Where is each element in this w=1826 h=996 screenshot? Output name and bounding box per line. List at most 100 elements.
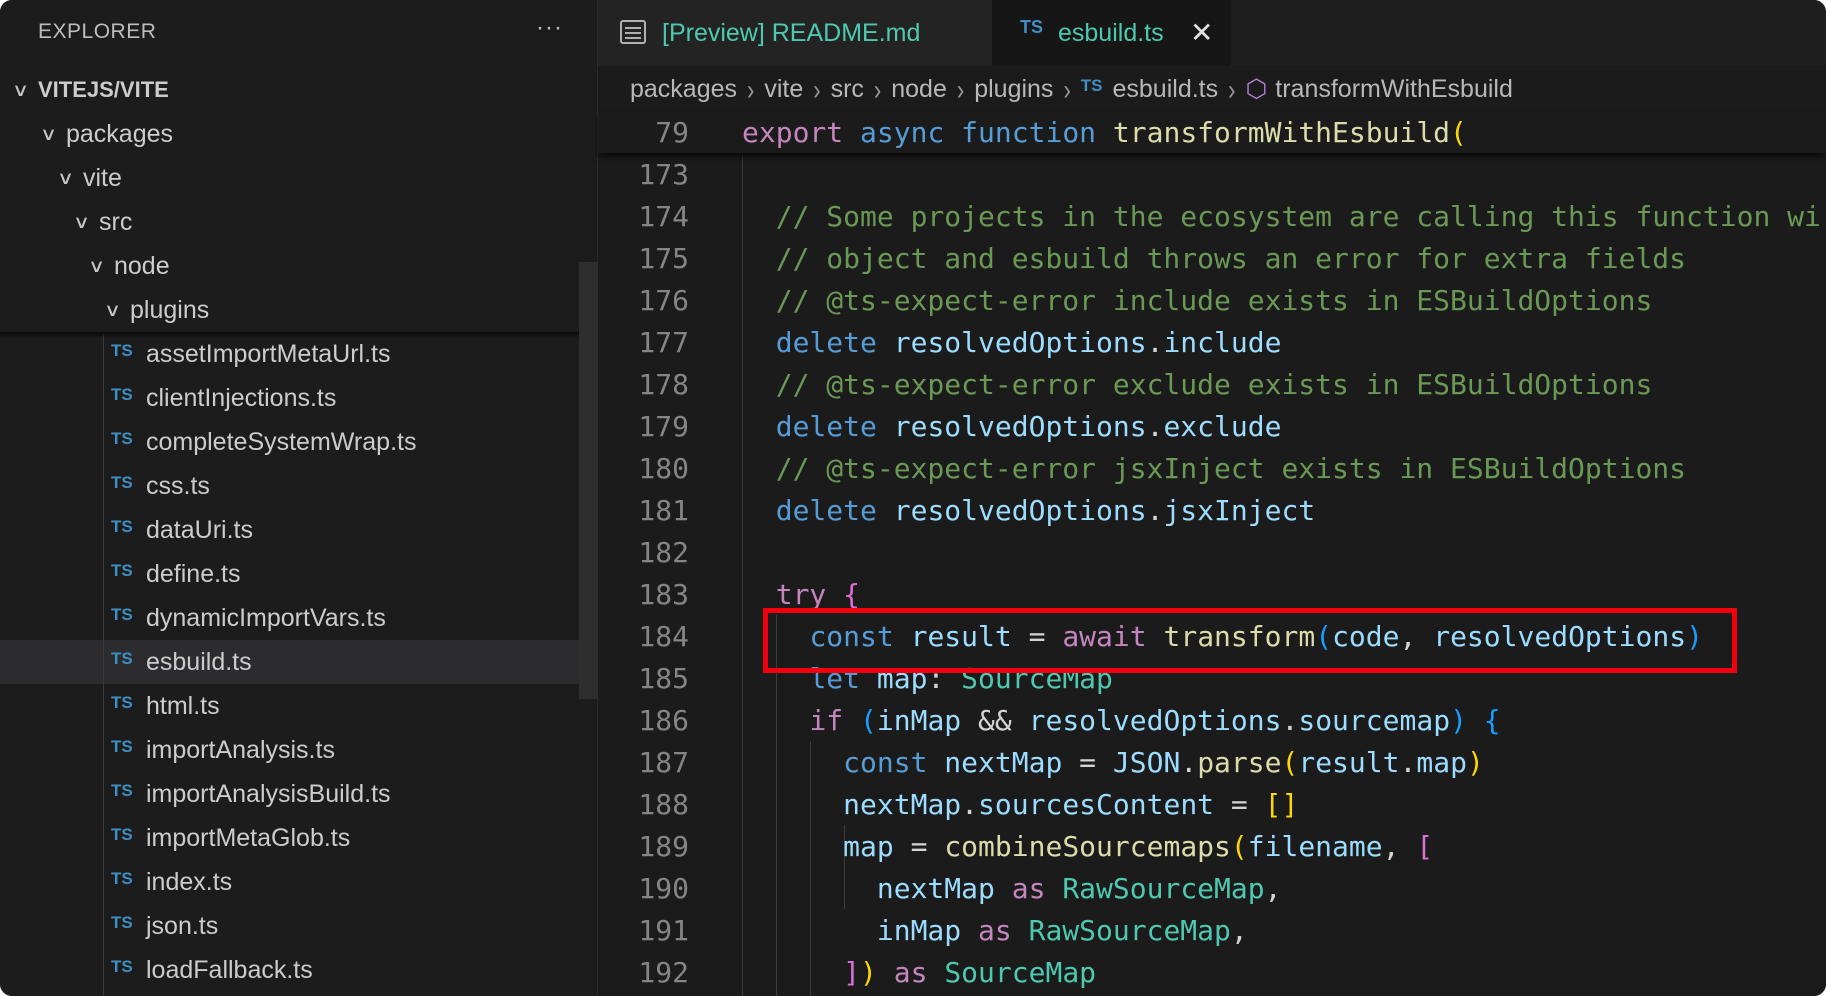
tree-item-css-ts[interactable]: TS css.ts <box>0 464 598 508</box>
code-token: . <box>1281 704 1299 737</box>
breadcrumb-symbol[interactable]: transformWithEsbuild <box>1275 66 1513 113</box>
chevron-down-icon: ∨ <box>88 256 106 276</box>
line-number: 184 <box>638 620 689 653</box>
typescript-icon: TS <box>111 957 133 976</box>
code-token: as <box>876 956 928 989</box>
code-token: const <box>843 746 928 779</box>
code-token: , <box>1264 872 1282 905</box>
line-number: 182 <box>638 536 689 569</box>
tree-item-dynamicimportvars-ts[interactable]: TS dynamicImportVars.ts <box>0 596 598 640</box>
tree-item-vite[interactable]: ∨ vite <box>0 156 598 200</box>
code-token: // @ts-expect-error exclude exists in ES… <box>742 368 1653 401</box>
code-editor[interactable]: 79 export async function transformWithEsb… <box>598 113 1826 996</box>
code-token: jsxInject <box>1163 494 1316 527</box>
tree-item-define-ts[interactable]: TS define.ts <box>0 552 598 596</box>
tab-readme-preview[interactable]: [Preview] README.md <box>598 0 992 66</box>
line-content: // object and esbuild throws an error fo… <box>742 238 1686 280</box>
code-token: exclude <box>1163 410 1282 443</box>
code-token: as <box>994 872 1046 905</box>
typescript-icon: TS <box>111 693 133 712</box>
tree-item-plugins[interactable]: ∨ plugins <box>0 288 598 332</box>
code-token: if <box>809 704 844 737</box>
tree-item-completesystemwrap-ts[interactable]: TS completeSystemWrap.ts <box>0 420 598 464</box>
more-actions-icon[interactable]: ··· <box>536 14 563 42</box>
tab-esbuild[interactable]: TS esbuild.ts ✕ <box>992 0 1231 66</box>
tree-item-datauri-ts[interactable]: TS dataUri.ts <box>0 508 598 552</box>
line-content: delete resolvedOptions.jsxInject <box>742 490 1315 532</box>
tree-item-html-ts[interactable]: TS html.ts <box>0 684 598 728</box>
tree-item-esbuild-ts[interactable]: TS esbuild.ts <box>0 640 580 684</box>
code-token: , <box>1230 914 1248 947</box>
tree-item-node[interactable]: ∨ node <box>0 244 598 288</box>
tree-item-label: index.ts <box>146 868 233 896</box>
code-line: 188 nextMap.sourcesContent = [] <box>598 784 1826 826</box>
code-line: 190 nextMap as RawSourceMap, <box>598 868 1826 910</box>
symbol-method-icon: ⬡ <box>1245 75 1268 103</box>
tree-item-label: importMetaGlob.ts <box>146 824 351 852</box>
typescript-icon: TS <box>111 825 133 844</box>
code-token: resolvedOptions <box>876 494 1147 527</box>
line-number: 175 <box>638 242 689 275</box>
tree-item-loadfallback-ts[interactable]: TS loadFallback.ts <box>0 948 598 992</box>
line-content: delete resolvedOptions.include <box>742 322 1282 364</box>
tree-item-label: node <box>114 252 170 280</box>
line-number: 188 <box>638 788 689 821</box>
sidebar-scrollbar[interactable] <box>579 262 598 699</box>
tree-item-src[interactable]: ∨ src <box>0 200 598 244</box>
code-token: resolvedOptions <box>1028 704 1282 737</box>
typescript-icon: TS <box>111 517 133 536</box>
code-line: 182 <box>598 532 1826 574</box>
tree-item-index-ts[interactable]: TS index.ts <box>0 860 598 904</box>
line-number: 79 <box>655 116 689 149</box>
typescript-icon: TS <box>1080 76 1103 95</box>
code-token: { <box>843 578 861 611</box>
code-line: 186 if (inMap && resolvedOptions.sourcem… <box>598 700 1826 742</box>
breadcrumb-item[interactable]: node <box>891 66 947 113</box>
line-number: 186 <box>638 704 689 737</box>
code-token: sourcesContent <box>978 788 1215 821</box>
indent-guide <box>103 333 104 996</box>
breadcrumb-item[interactable]: src <box>831 66 864 113</box>
code-line: 177 delete resolvedOptions.include <box>598 322 1826 364</box>
tree-item-importanalysis-ts[interactable]: TS importAnalysis.ts <box>0 728 598 772</box>
code-token: ) <box>860 956 877 989</box>
tree-item-importmetaglob-ts[interactable]: TS importMetaGlob.ts <box>0 816 598 860</box>
breadcrumb-item[interactable]: vite <box>764 66 803 113</box>
tree-item-vitejs-vite[interactable]: ∨ VITEJS/VITE <box>0 68 598 112</box>
close-icon[interactable]: ✕ <box>1190 0 1213 66</box>
tree-item-label: json.ts <box>146 912 219 940</box>
chevron-down-icon: ∨ <box>73 212 91 232</box>
code-token: // @ts-expect-error include exists in ES… <box>742 284 1653 317</box>
line-content: // @ts-expect-error include exists in ES… <box>742 280 1653 322</box>
code-token: ( <box>1230 830 1248 863</box>
code-token: nextMap <box>876 872 995 905</box>
chevron-right-icon: › <box>1228 73 1236 106</box>
tree-item-label: clientInjections.ts <box>146 384 337 412</box>
code-token: . <box>1146 410 1164 443</box>
breadcrumb-item[interactable]: packages <box>630 66 737 113</box>
code-token: ) <box>1466 746 1484 779</box>
code-token: [ <box>1416 830 1434 863</box>
code-line: 180 // @ts-expect-error jsxInject exists… <box>598 448 1826 490</box>
line-number: 180 <box>638 452 689 485</box>
line-number: 185 <box>638 662 689 695</box>
tree-item-importanalysisbuild-ts[interactable]: TS importAnalysisBuild.ts <box>0 772 598 816</box>
tree-item-label: completeSystemWrap.ts <box>146 428 417 456</box>
line-content: const nextMap = JSON.parse(result.map) <box>742 742 1484 784</box>
tree-item-clientinjections-ts[interactable]: TS clientInjections.ts <box>0 376 598 420</box>
tree-item-packages[interactable]: ∨ packages <box>0 112 598 156</box>
tree-item-assetimportmetaurl-ts[interactable]: TS assetImportMetaUrl.ts <box>0 332 598 376</box>
code-token: as <box>961 914 1012 947</box>
line-number: 173 <box>638 158 689 191</box>
code-token: result <box>1298 746 1400 779</box>
breadcrumb-file[interactable]: esbuild.ts <box>1113 66 1219 113</box>
code-token: // @ts-expect-error jsxInject exists in … <box>742 452 1687 485</box>
chevron-right-icon: › <box>873 73 882 106</box>
tree-item-json-ts[interactable]: TS json.ts <box>0 904 598 948</box>
code-token: transformWithEsbuild <box>1112 116 1451 149</box>
breadcrumb-item[interactable]: plugins <box>974 66 1053 113</box>
